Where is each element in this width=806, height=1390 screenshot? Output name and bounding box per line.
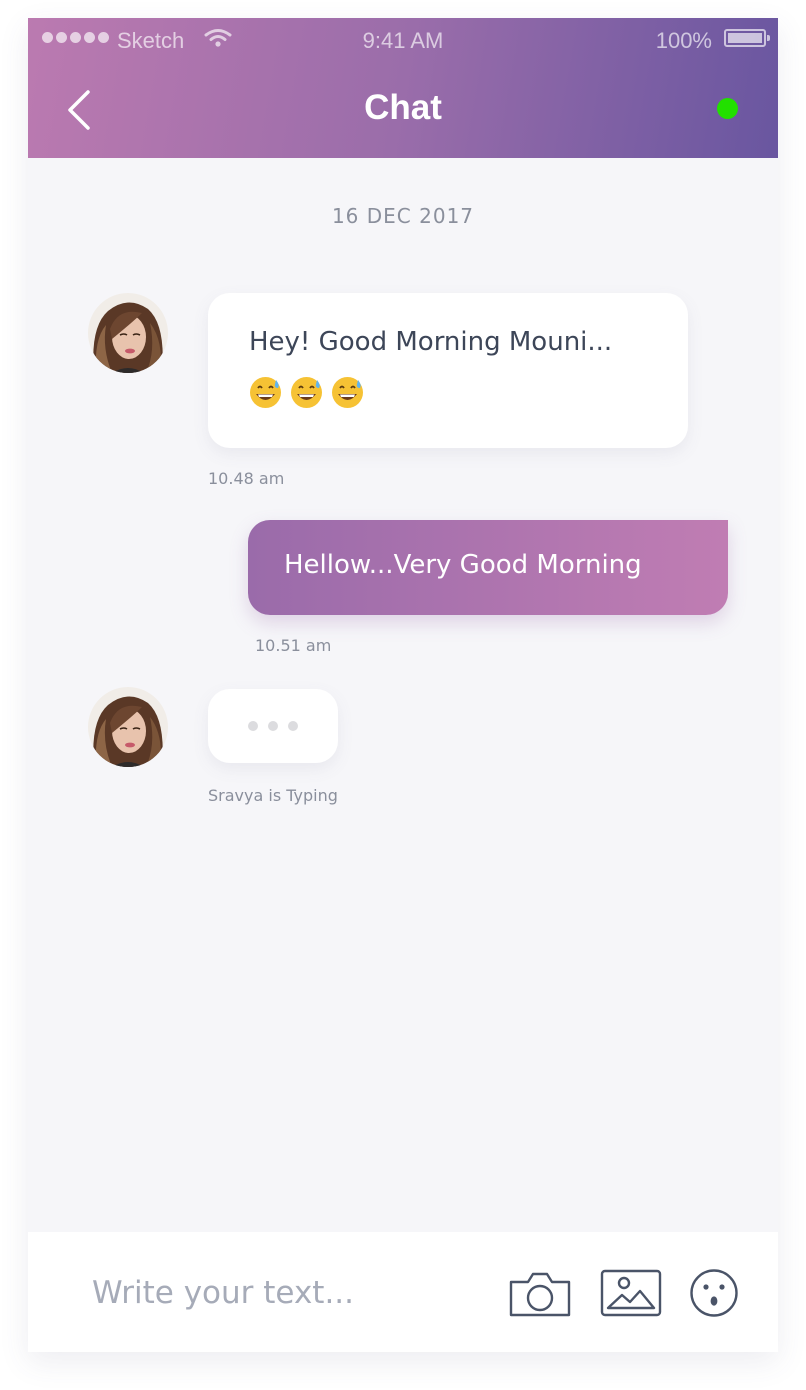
emoji-row (249, 376, 364, 409)
battery-icon (724, 29, 770, 47)
battery-percent: 100% (655, 28, 712, 53)
message-composer (28, 1232, 778, 1352)
message-text: Hey! Good Morning Mouni... (249, 327, 613, 357)
grinning-face-with-sweat-icon (250, 377, 281, 408)
header: Sketch 9:41 AM 100% Chat (28, 18, 778, 158)
typing-status: Sravya is Typing (208, 786, 338, 805)
status-bar: Sketch 9:41 AM 100% (28, 18, 778, 62)
typing-indicator (208, 689, 338, 763)
emoji-icon[interactable] (689, 1268, 739, 1318)
message-text: Hellow...Very Good Morning (284, 550, 642, 580)
grinning-face-with-sweat-icon (332, 377, 363, 408)
camera-icon[interactable] (508, 1270, 572, 1318)
online-status-indicator (717, 98, 738, 119)
avatar[interactable] (88, 293, 168, 373)
image-icon[interactable] (600, 1269, 662, 1317)
outgoing-message[interactable]: Hellow...Very Good Morning (248, 520, 728, 615)
grinning-face-with-sweat-icon (291, 377, 322, 408)
message-timestamp: 10.51 am (255, 636, 332, 655)
typing-dots-icon (248, 721, 298, 731)
incoming-message[interactable]: Hey! Good Morning Mouni... (208, 293, 688, 448)
page-title: Chat (364, 88, 442, 127)
chat-screen: Sketch 9:41 AM 100% Chat 16 DEC 2017 Hey… (28, 18, 778, 1352)
date-separator: 16 DEC 2017 (331, 204, 475, 228)
message-timestamp: 10.48 am (208, 469, 285, 488)
message-input[interactable] (90, 1268, 474, 1318)
avatar[interactable] (88, 687, 168, 767)
